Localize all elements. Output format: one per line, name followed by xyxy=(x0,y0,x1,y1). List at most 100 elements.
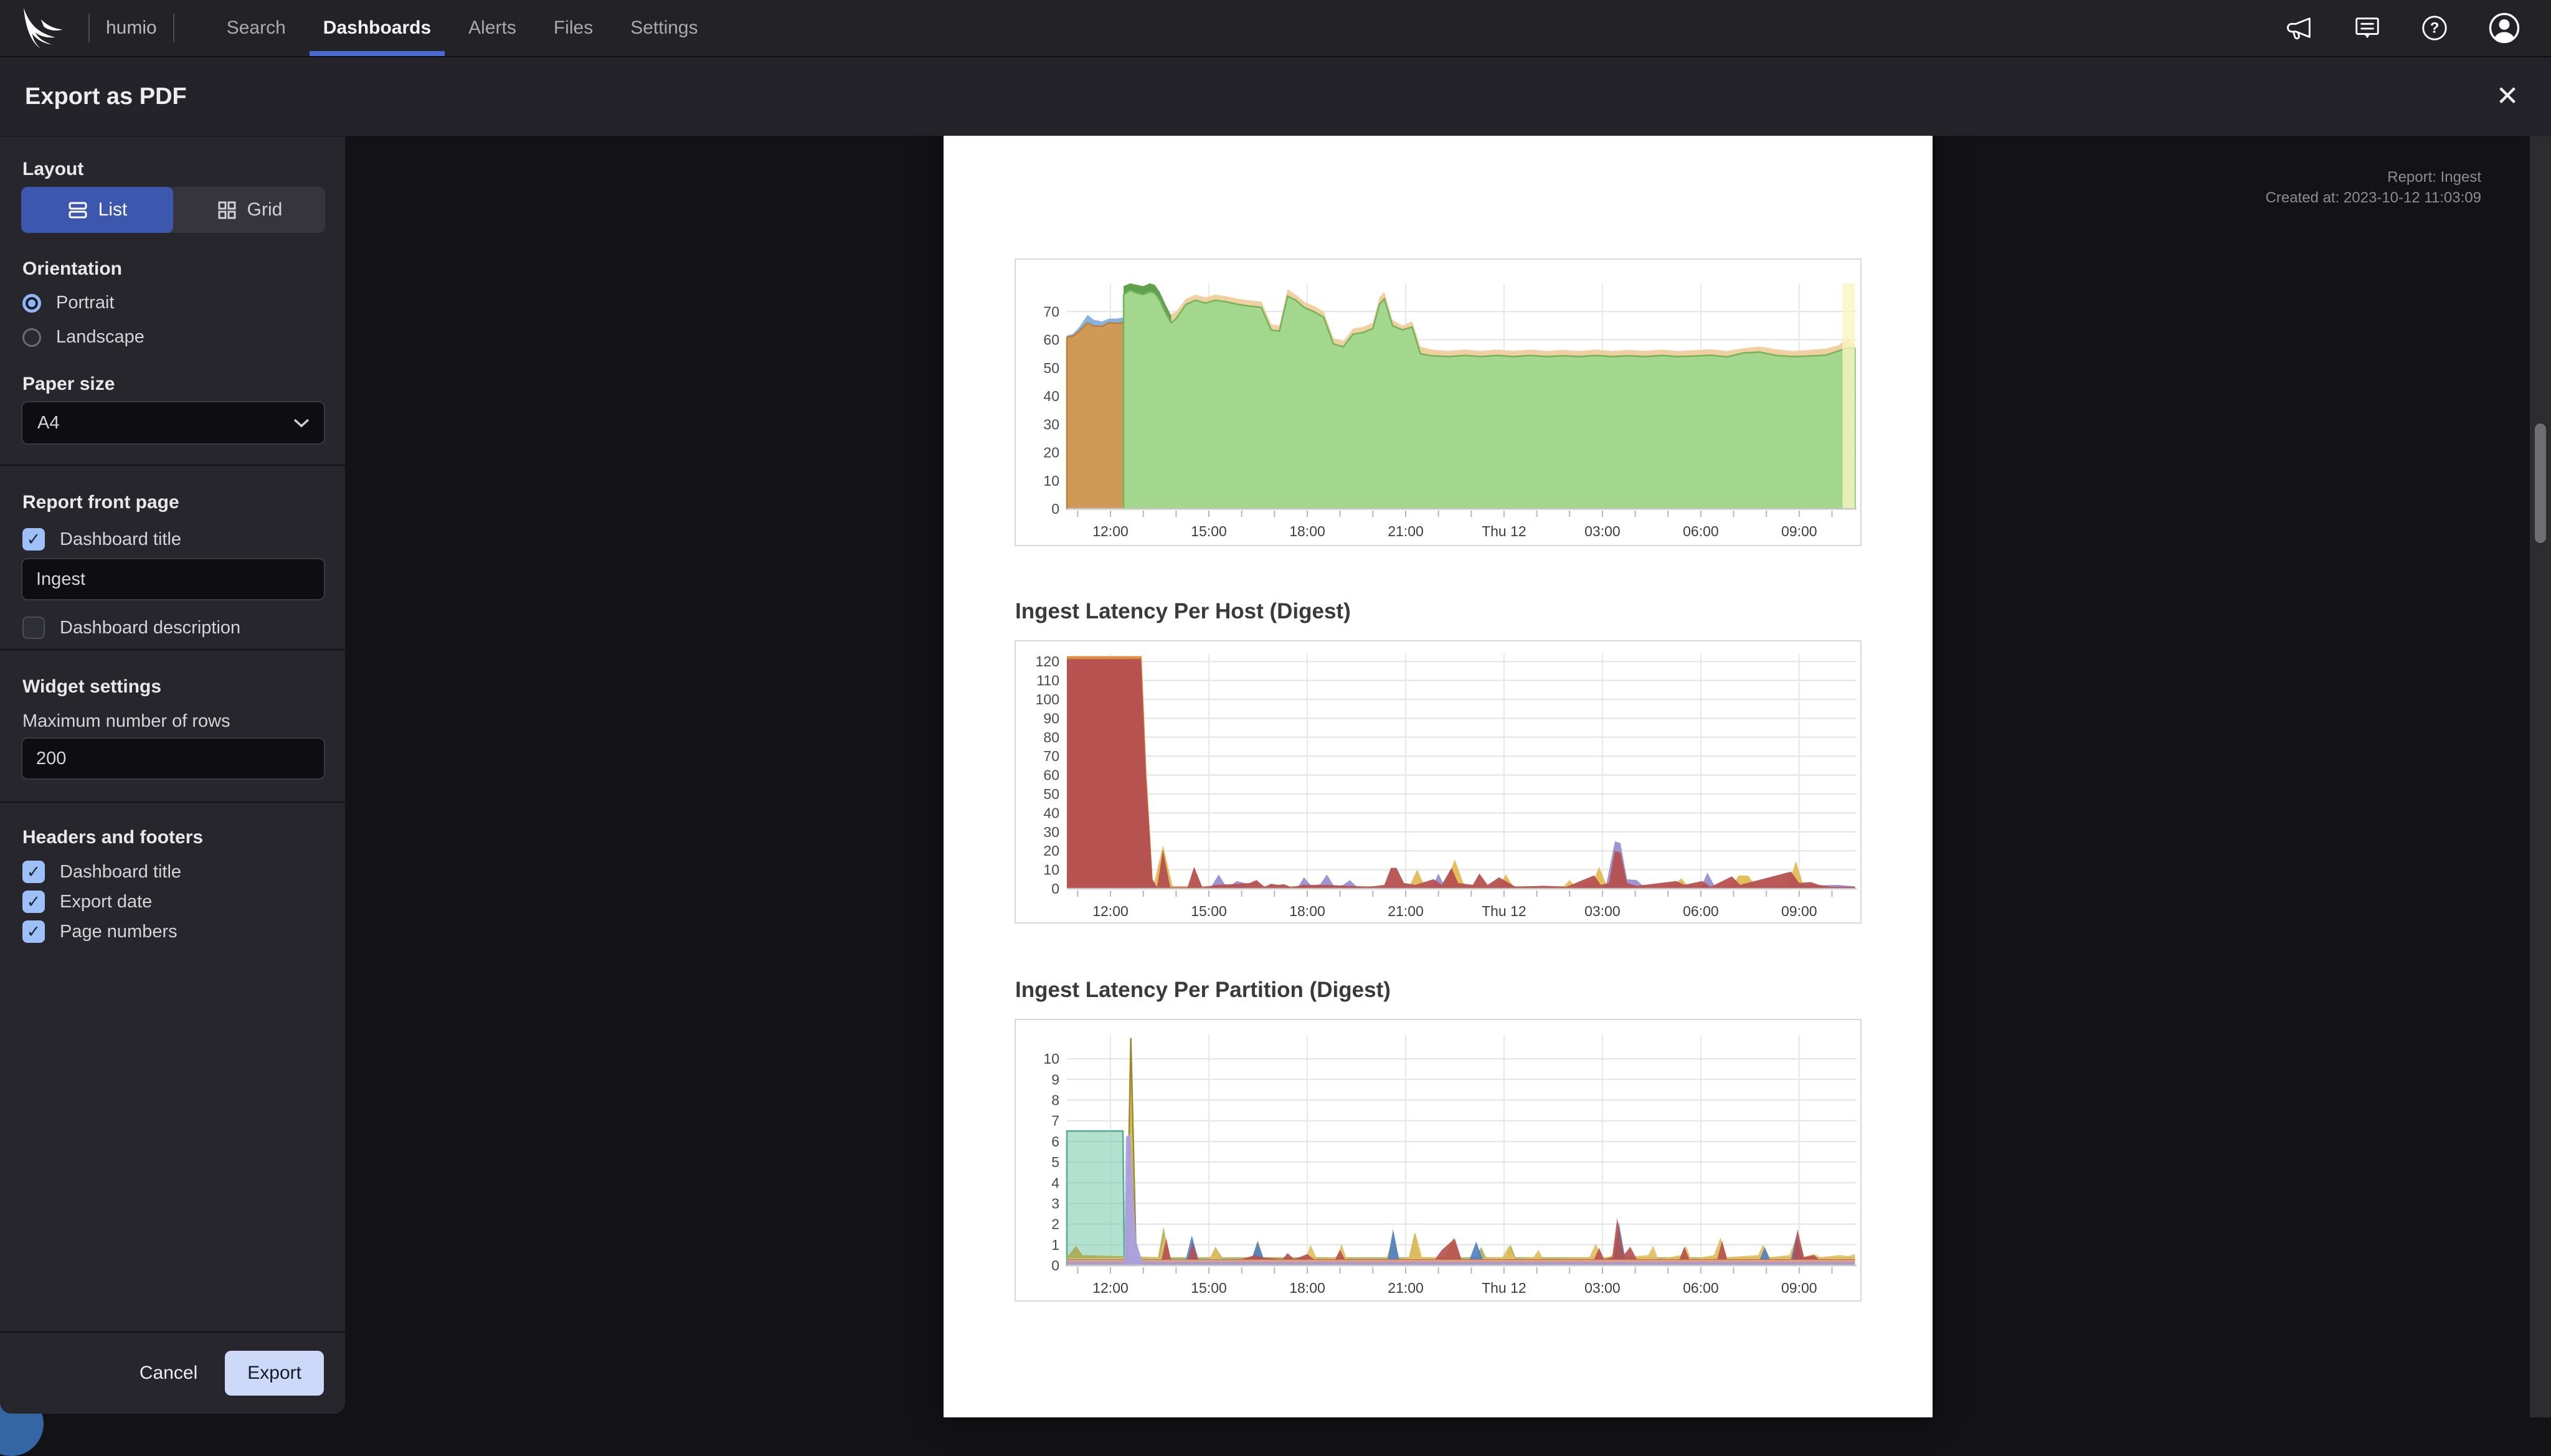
cancel-button[interactable]: Cancel xyxy=(140,1363,197,1384)
pdf-created-at: Created at: 2023-10-12 11:03:09 xyxy=(2265,189,2481,206)
svg-text:60: 60 xyxy=(1043,332,1059,348)
chart-panel-ingest-queue: 0 10 20 30 40 50 60 70 12:00 15:00 18:00 21:00 Thu 1… xyxy=(1015,258,1862,546)
layout-list-button[interactable]: List xyxy=(21,187,173,233)
svg-text:15:00: 15:00 xyxy=(1191,903,1227,919)
scrollbar-track[interactable] xyxy=(2530,136,2551,1417)
paper-size-select[interactable]: A4 xyxy=(21,401,325,445)
svg-text:0: 0 xyxy=(1051,1257,1059,1274)
radio-landscape[interactable]: Landscape xyxy=(22,327,144,347)
headers-footers-heading: Headers and footers xyxy=(22,827,204,848)
chart-title-latency-host: Ingest Latency Per Host (Digest) xyxy=(1015,599,1351,623)
pdf-report-name: Report: Ingest xyxy=(2387,169,2481,186)
chart-panel-latency-partition: 0 1 2 3 4 5 6 7 8 9 10 12:00 15:00 18:00 21:00 Thu 12 03… xyxy=(1015,1019,1862,1302)
svg-text:40: 40 xyxy=(1043,805,1059,821)
max-rows-label: Maximum number of rows xyxy=(22,711,230,731)
nav-item-dashboards[interactable]: Dashboards xyxy=(305,0,450,56)
svg-text:Thu 12: Thu 12 xyxy=(1482,1280,1526,1296)
svg-text:12:00: 12:00 xyxy=(1092,523,1129,539)
nav-separator xyxy=(173,14,174,42)
close-icon[interactable]: ✕ xyxy=(2490,78,2525,113)
area-chart-latency-host: 0 10 20 30 40 50 60 70 80 90 100 110 120 12:00 15:00 18… xyxy=(1036,653,1857,919)
grid-icon xyxy=(218,201,236,219)
svg-text:2: 2 xyxy=(1051,1216,1059,1232)
svg-text:4: 4 xyxy=(1051,1175,1059,1191)
svg-text:06:00: 06:00 xyxy=(1683,903,1719,919)
svg-text:15:00: 15:00 xyxy=(1191,523,1227,539)
svg-text:50: 50 xyxy=(1043,786,1059,802)
scrollbar-thumb[interactable] xyxy=(2535,423,2546,543)
svg-text:15:00: 15:00 xyxy=(1191,1280,1227,1296)
dashboard-title-label: Dashboard title xyxy=(60,529,182,549)
list-label: List xyxy=(98,199,128,220)
hf-page-numbers-checkbox[interactable] xyxy=(22,920,45,943)
svg-text:120: 120 xyxy=(1036,653,1059,669)
svg-text:3: 3 xyxy=(1051,1195,1059,1211)
svg-text:09:00: 09:00 xyxy=(1781,903,1817,919)
dashboard-title-input[interactable] xyxy=(21,558,325,600)
landscape-radio-control[interactable] xyxy=(22,328,41,347)
export-button[interactable]: Export xyxy=(225,1351,324,1396)
hf-page-numbers-row[interactable]: Page numbers xyxy=(22,920,177,943)
svg-text:10: 10 xyxy=(1043,1051,1059,1067)
nav-item-search[interactable]: Search xyxy=(208,0,305,56)
falcon-logo-icon[interactable] xyxy=(12,5,72,51)
chart-title-latency-partition: Ingest Latency Per Partition (Digest) xyxy=(1015,978,1391,1002)
landscape-label: Landscape xyxy=(56,327,144,347)
feedback-icon[interactable] xyxy=(2353,14,2382,42)
export-dialog-header: Export as PDF ✕ xyxy=(0,57,2551,136)
area-chart-ingest-queue: 0 10 20 30 40 50 60 70 12:00 15:00 18:00 21:00 Thu 1… xyxy=(1043,283,1857,539)
svg-text:40: 40 xyxy=(1043,388,1059,404)
hf-export-date-checkbox[interactable] xyxy=(22,891,45,913)
dashboard-description-label: Dashboard description xyxy=(60,617,241,638)
dashboard-description-checkbox[interactable] xyxy=(22,617,45,639)
nav-item-alerts[interactable]: Alerts xyxy=(450,0,535,56)
svg-text:Thu 12: Thu 12 xyxy=(1482,523,1526,539)
dashboard-title-checkbox-row[interactable]: Dashboard title xyxy=(22,528,181,551)
svg-text:18:00: 18:00 xyxy=(1289,1280,1325,1296)
hf-dashboard-title-label: Dashboard title xyxy=(60,861,182,882)
svg-text:100: 100 xyxy=(1036,691,1059,707)
svg-text:?: ? xyxy=(2430,20,2440,37)
portrait-label: Portrait xyxy=(56,293,115,313)
front-page-heading: Report front page xyxy=(22,492,179,513)
max-rows-input[interactable] xyxy=(21,737,325,780)
svg-text:12:00: 12:00 xyxy=(1092,1280,1129,1296)
svg-text:21:00: 21:00 xyxy=(1388,523,1424,539)
help-icon[interactable]: ? xyxy=(2420,14,2449,42)
dialog-title: Export as PDF xyxy=(25,83,187,110)
svg-text:8: 8 xyxy=(1051,1092,1059,1109)
layout-grid-button[interactable]: Grid xyxy=(173,187,325,233)
svg-text:21:00: 21:00 xyxy=(1388,903,1424,919)
dialog-footer: Cancel Export xyxy=(0,1331,345,1414)
svg-text:06:00: 06:00 xyxy=(1683,1280,1719,1296)
svg-text:09:00: 09:00 xyxy=(1781,523,1817,539)
account-icon[interactable] xyxy=(2487,11,2521,45)
hf-dashboard-title-checkbox[interactable] xyxy=(22,861,45,883)
svg-text:Thu 12: Thu 12 xyxy=(1482,903,1526,919)
export-settings-sidebar: Layout List Grid Orientation Portrait La… xyxy=(0,136,345,1414)
dashboard-title-checkbox[interactable] xyxy=(22,528,45,551)
svg-text:03:00: 03:00 xyxy=(1584,1280,1621,1296)
nav-item-files[interactable]: Files xyxy=(535,0,612,56)
hf-page-numbers-label: Page numbers xyxy=(60,921,177,942)
radio-portrait[interactable]: Portrait xyxy=(22,293,114,313)
section-divider xyxy=(0,465,345,466)
svg-text:30: 30 xyxy=(1043,824,1059,840)
svg-text:20: 20 xyxy=(1043,445,1059,461)
hf-dashboard-title-row[interactable]: Dashboard title xyxy=(22,861,181,883)
megaphone-icon[interactable] xyxy=(2286,14,2314,42)
layout-heading: Layout xyxy=(22,159,84,179)
nav-item-settings[interactable]: Settings xyxy=(612,0,716,56)
pdf-report-meta: Report: Ingest Created at: 2023-10-12 11… xyxy=(2266,167,2481,208)
svg-text:70: 70 xyxy=(1043,748,1059,764)
svg-text:110: 110 xyxy=(1036,673,1059,689)
nav-items: Search Dashboards Alerts Files Settings xyxy=(208,0,717,56)
nav-right-icons: ? xyxy=(2286,11,2521,45)
layout-segmented-control: List Grid xyxy=(21,187,325,233)
section-divider xyxy=(0,801,345,803)
dashboard-description-checkbox-row[interactable]: Dashboard description xyxy=(22,617,240,639)
portrait-radio-control[interactable] xyxy=(22,293,41,313)
svg-text:12:00: 12:00 xyxy=(1092,903,1129,919)
hf-export-date-row[interactable]: Export date xyxy=(22,891,152,913)
brand-label: humio xyxy=(106,17,157,38)
